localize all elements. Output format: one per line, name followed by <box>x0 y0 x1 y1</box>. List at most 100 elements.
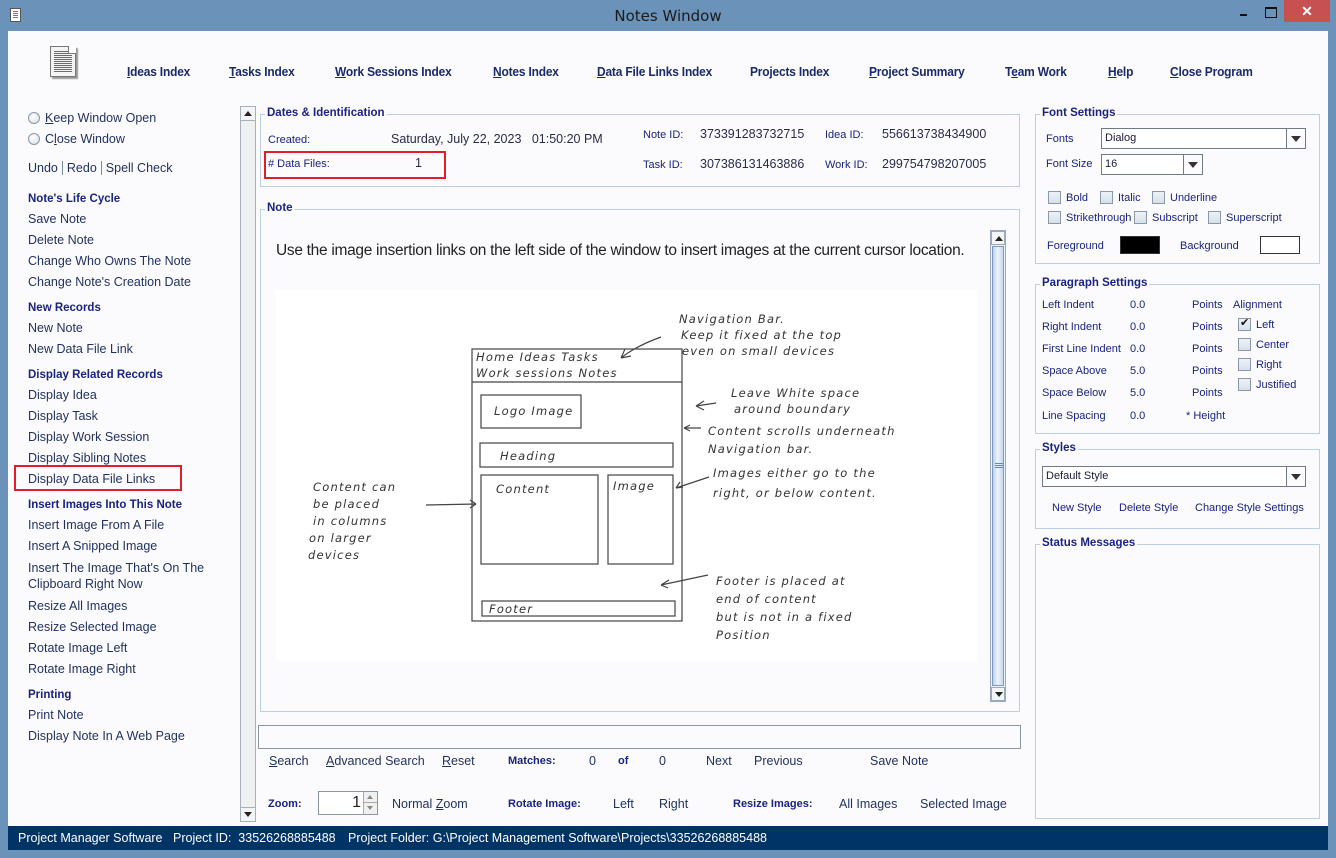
checkmark-icon[interactable] <box>1238 316 1251 331</box>
note-scrollbar[interactable] <box>990 230 1006 702</box>
first-line-indent-value[interactable]: 0.0 <box>1130 343 1145 355</box>
align-justified-checkbox[interactable]: Justified <box>1238 378 1296 391</box>
delete-style-link[interactable]: Delete Style <box>1119 502 1178 514</box>
nav-ideas-index[interactable]: Ideas Index <box>127 64 190 79</box>
font-size-select[interactable]: 16 <box>1101 154 1203 175</box>
scroll-down-arrow[interactable] <box>241 807 255 821</box>
foreground-color-swatch[interactable] <box>1120 236 1160 254</box>
close-window-radio[interactable]: Close Window <box>28 132 125 146</box>
sidebar-link-change-who-owns-the-note[interactable]: Change Who Owns The Note <box>28 253 191 269</box>
line-spacing-value[interactable]: 0.0 <box>1130 410 1145 422</box>
sidebar-link-resize-selected-image[interactable]: Resize Selected Image <box>28 619 157 635</box>
nav-tasks-index[interactable]: Tasks Index <box>229 64 295 79</box>
reset-link[interactable]: Reset <box>442 754 475 768</box>
selected-image-link[interactable]: Selected Image <box>920 797 1007 811</box>
sidebar-link-clipboard-right-now[interactable]: Clipboard Right Now <box>28 576 143 592</box>
nav-team-work[interactable]: Team Work <box>1005 64 1067 79</box>
sidebar-link-resize-all-images[interactable]: Resize All Images <box>28 598 127 614</box>
note-scroll-thumb[interactable] <box>992 246 1004 686</box>
sidebar-link-display-work-session[interactable]: Display Work Session <box>28 429 149 445</box>
note-body-text[interactable]: Use the image insertion links on the lef… <box>276 240 976 261</box>
checkbox-box[interactable] <box>1238 358 1251 371</box>
note-scroll-up-arrow[interactable] <box>991 231 1005 245</box>
undo-link[interactable]: Undo <box>28 161 63 175</box>
left-indent-value[interactable]: 0.0 <box>1130 299 1145 311</box>
sidebar-link-insert-the-image-that-s-on-the[interactable]: Insert The Image That's On The <box>28 560 204 576</box>
note-scroll-down-arrow[interactable] <box>991 687 1005 701</box>
checkbox-box[interactable] <box>1134 211 1147 224</box>
left-panel-scrollbar[interactable] <box>240 106 256 822</box>
sidebar-link-insert-image-from-a-file[interactable]: Insert Image From A File <box>28 517 164 533</box>
normal-zoom-link[interactable]: Normal Zoom <box>392 797 468 811</box>
maximize-button[interactable] <box>1257 0 1284 22</box>
spinner-down-icon[interactable] <box>363 803 377 814</box>
spell-check-link[interactable]: Spell Check <box>102 161 177 175</box>
scroll-up-arrow[interactable] <box>241 107 255 121</box>
subscript-checkbox[interactable]: Subscript <box>1134 211 1198 224</box>
right-indent-value[interactable]: 0.0 <box>1130 321 1145 333</box>
underline-checkbox[interactable]: Underline <box>1152 191 1217 204</box>
checkbox-box[interactable] <box>1208 211 1221 224</box>
sidebar-link-display-task[interactable]: Display Task <box>28 408 98 424</box>
sidebar-link-new-note[interactable]: New Note <box>28 320 83 336</box>
space-below-value[interactable]: 5.0 <box>1130 387 1145 399</box>
bold-checkbox[interactable]: Bold <box>1048 191 1088 204</box>
zoom-spinner[interactable]: 1 <box>318 791 378 815</box>
close-button[interactable]: ✕ <box>1284 0 1330 22</box>
all-images-link[interactable]: All Images <box>839 797 897 811</box>
advanced-search-link[interactable]: Advanced Search <box>326 754 425 768</box>
keep-window-open-radio[interactable]: Keep Window Open <box>28 111 156 125</box>
sidebar-link-rotate-image-right[interactable]: Rotate Image Right <box>28 661 136 677</box>
strikethrough-checkbox[interactable]: Strikethrough <box>1048 211 1131 224</box>
rotate-right-link[interactable]: Right <box>659 797 688 811</box>
previous-link[interactable]: Previous <box>754 754 803 768</box>
sidebar-link-delete-note[interactable]: Delete Note <box>28 232 94 248</box>
sidebar-link-display-note-in-a-web-page[interactable]: Display Note In A Web Page <box>28 728 185 744</box>
sidebar-link-print-note[interactable]: Print Note <box>28 707 84 723</box>
checkbox-box[interactable] <box>1100 191 1113 204</box>
sidebar-link-display-sibling-notes[interactable]: Display Sibling Notes <box>28 450 146 466</box>
checkbox-box[interactable] <box>1048 191 1061 204</box>
checkbox-box[interactable] <box>1048 211 1061 224</box>
align-right-checkbox[interactable]: Right <box>1238 358 1282 371</box>
nav-help[interactable]: Help <box>1108 64 1133 79</box>
redo-link[interactable]: Redo <box>63 161 102 175</box>
search-input[interactable] <box>258 725 1021 749</box>
chevron-down-icon[interactable] <box>1286 129 1305 148</box>
align-left-checkbox[interactable]: Left <box>1238 316 1274 331</box>
nav-notes-index[interactable]: Notes Index <box>493 64 559 79</box>
wireframe-sketch-image[interactable]: Home Ideas Tasks Work sessions Notes Log… <box>276 290 977 661</box>
chevron-down-icon[interactable] <box>1183 155 1202 174</box>
nav-data-file-links-index[interactable]: Data File Links Index <box>597 64 712 79</box>
checkbox-box[interactable] <box>1238 378 1251 391</box>
nav-project-summary[interactable]: Project Summary <box>869 64 965 79</box>
space-above-value[interactable]: 5.0 <box>1130 365 1145 377</box>
sidebar-link-insert-a-snipped-image[interactable]: Insert A Snipped Image <box>28 538 157 554</box>
style-select[interactable]: Default Style <box>1042 466 1306 487</box>
align-center-checkbox[interactable]: Center <box>1238 338 1289 351</box>
font-family-select[interactable]: Dialog <box>1101 128 1306 149</box>
change-style-settings-link[interactable]: Change Style Settings <box>1195 502 1304 514</box>
new-style-link[interactable]: New Style <box>1052 502 1102 514</box>
sidebar-link-display-idea[interactable]: Display Idea <box>28 387 97 403</box>
background-color-swatch[interactable] <box>1260 236 1300 254</box>
nav-projects-index[interactable]: Projects Index <box>750 64 829 79</box>
spinner-up-icon[interactable] <box>363 792 377 803</box>
sidebar-link-new-data-file-link[interactable]: New Data File Link <box>28 341 133 357</box>
sidebar-link-save-note[interactable]: Save Note <box>28 211 86 227</box>
zoom-value[interactable]: 1 <box>352 794 361 812</box>
italic-checkbox[interactable]: Italic <box>1100 191 1141 204</box>
nav-work-sessions-index[interactable]: Work Sessions Index <box>335 64 452 79</box>
superscript-checkbox[interactable]: Superscript <box>1208 211 1282 224</box>
rotate-left-link[interactable]: Left <box>613 797 634 811</box>
checkbox-box[interactable] <box>1152 191 1165 204</box>
sidebar-link-rotate-image-left[interactable]: Rotate Image Left <box>28 640 127 656</box>
search-link[interactable]: Search <box>269 754 309 768</box>
save-note-link[interactable]: Save Note <box>870 754 928 768</box>
nav-close-program[interactable]: Close Program <box>1170 64 1253 79</box>
sidebar-link-change-note-s-creation-date[interactable]: Change Note's Creation Date <box>28 274 191 290</box>
next-link[interactable]: Next <box>706 754 732 768</box>
checkbox-box[interactable] <box>1238 338 1251 351</box>
minimize-button[interactable] <box>1230 0 1257 22</box>
radio-indicator[interactable] <box>28 133 40 145</box>
